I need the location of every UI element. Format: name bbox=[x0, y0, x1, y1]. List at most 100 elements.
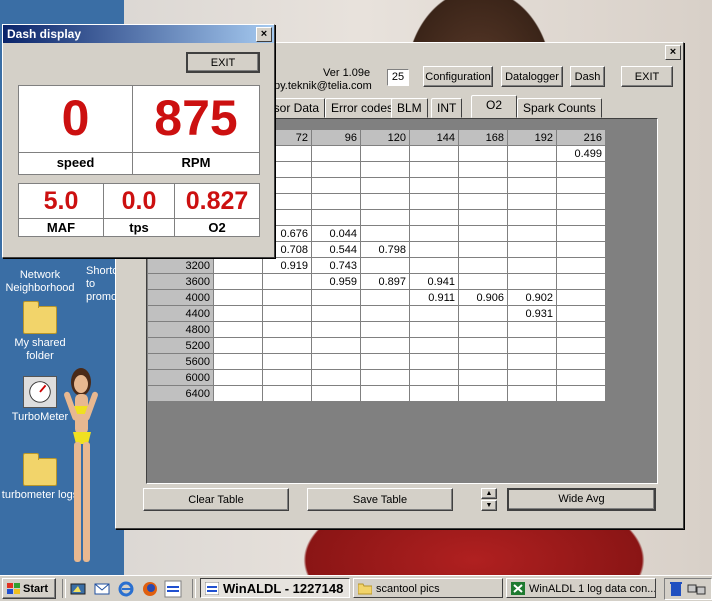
quick-launch-outlook[interactable] bbox=[94, 581, 110, 597]
tray-trash-icon[interactable] bbox=[669, 581, 683, 597]
table-cell[interactable] bbox=[311, 177, 361, 194]
table-cell[interactable] bbox=[556, 385, 606, 402]
table-cell[interactable] bbox=[458, 321, 508, 338]
table-cell[interactable]: 0.499 bbox=[556, 145, 606, 162]
table-cell[interactable] bbox=[360, 161, 410, 178]
table-cell[interactable] bbox=[458, 241, 508, 258]
table-cell[interactable] bbox=[409, 161, 459, 178]
tab-blm[interactable]: BLM bbox=[391, 98, 428, 118]
table-cell[interactable] bbox=[507, 353, 557, 370]
table-cell[interactable] bbox=[360, 369, 410, 386]
table-cell[interactable] bbox=[262, 369, 312, 386]
tab-spark-counts[interactable]: Spark Counts bbox=[517, 98, 602, 118]
table-cell[interactable] bbox=[360, 225, 410, 242]
table-cell[interactable] bbox=[507, 257, 557, 274]
table-cell[interactable] bbox=[311, 193, 361, 210]
task-button-winaldl-log[interactable]: WinALDL 1 log data con... bbox=[506, 578, 656, 598]
table-cell[interactable]: 0.919 bbox=[262, 257, 312, 274]
table-cell[interactable]: 0.931 bbox=[507, 305, 557, 322]
table-cell[interactable]: 0.902 bbox=[507, 289, 557, 306]
table-cell[interactable] bbox=[458, 145, 508, 162]
table-cell[interactable] bbox=[360, 385, 410, 402]
table-cell[interactable]: 0.743 bbox=[311, 257, 361, 274]
table-cell[interactable] bbox=[311, 353, 361, 370]
table-cell[interactable] bbox=[556, 209, 606, 226]
table-cell[interactable] bbox=[360, 209, 410, 226]
table-cell[interactable] bbox=[458, 225, 508, 242]
quick-launch-ie[interactable] bbox=[118, 581, 134, 597]
dash-exit-button[interactable]: EXIT bbox=[186, 52, 260, 73]
table-cell[interactable] bbox=[507, 193, 557, 210]
table-cell[interactable] bbox=[556, 369, 606, 386]
table-cell[interactable] bbox=[507, 241, 557, 258]
table-cell[interactable] bbox=[458, 193, 508, 210]
tab-o2[interactable]: O2 bbox=[471, 95, 518, 118]
table-cell[interactable] bbox=[262, 353, 312, 370]
quick-launch-firefox[interactable] bbox=[142, 581, 158, 597]
table-cell[interactable] bbox=[556, 161, 606, 178]
table-cell[interactable] bbox=[360, 145, 410, 162]
table-cell[interactable] bbox=[409, 305, 459, 322]
table-cell[interactable] bbox=[458, 305, 508, 322]
table-cell[interactable] bbox=[556, 225, 606, 242]
task-button-winaldl[interactable]: WinALDL - 1227148 bbox=[200, 578, 350, 598]
table-cell[interactable] bbox=[311, 209, 361, 226]
table-cell[interactable] bbox=[409, 177, 459, 194]
tab-int[interactable]: INT bbox=[431, 98, 463, 118]
table-cell[interactable] bbox=[556, 241, 606, 258]
table-cell[interactable] bbox=[507, 337, 557, 354]
table-cell[interactable] bbox=[409, 145, 459, 162]
table-cell[interactable] bbox=[262, 385, 312, 402]
main-close-button[interactable]: × bbox=[665, 45, 681, 60]
table-cell[interactable] bbox=[311, 305, 361, 322]
table-cell[interactable] bbox=[213, 273, 263, 290]
table-cell[interactable] bbox=[409, 353, 459, 370]
table-cell[interactable] bbox=[507, 385, 557, 402]
table-cell[interactable] bbox=[507, 321, 557, 338]
table-cell[interactable] bbox=[311, 385, 361, 402]
table-cell[interactable] bbox=[409, 225, 459, 242]
table-cell[interactable] bbox=[556, 337, 606, 354]
table-cell[interactable] bbox=[507, 161, 557, 178]
save-table-button[interactable]: Save Table bbox=[307, 488, 453, 511]
dash-close-button[interactable]: × bbox=[256, 27, 272, 42]
table-cell[interactable] bbox=[409, 193, 459, 210]
table-cell[interactable] bbox=[213, 385, 263, 402]
dash-button[interactable]: Dash bbox=[570, 66, 605, 87]
table-cell[interactable] bbox=[311, 321, 361, 338]
main-exit-button[interactable]: EXIT bbox=[621, 66, 673, 87]
clear-table-button[interactable]: Clear Table bbox=[143, 488, 289, 511]
table-cell[interactable] bbox=[409, 209, 459, 226]
table-cell[interactable] bbox=[556, 353, 606, 370]
table-cell[interactable] bbox=[213, 337, 263, 354]
table-cell[interactable] bbox=[262, 273, 312, 290]
datalogger-button[interactable]: Datalogger bbox=[501, 66, 563, 87]
table-cell[interactable] bbox=[556, 257, 606, 274]
table-cell[interactable] bbox=[360, 193, 410, 210]
table-cell[interactable] bbox=[409, 337, 459, 354]
table-cell[interactable]: 0.798 bbox=[360, 241, 410, 258]
wide-avg-button[interactable]: Wide Avg bbox=[507, 488, 656, 511]
table-cell[interactable] bbox=[507, 225, 557, 242]
table-cell[interactable] bbox=[458, 385, 508, 402]
table-cell[interactable] bbox=[556, 305, 606, 322]
table-cell[interactable]: 0.906 bbox=[458, 289, 508, 306]
table-cell[interactable] bbox=[262, 321, 312, 338]
table-cell[interactable] bbox=[213, 321, 263, 338]
table-cell[interactable] bbox=[311, 369, 361, 386]
table-cell[interactable] bbox=[360, 289, 410, 306]
table-cell[interactable] bbox=[409, 241, 459, 258]
table-cell[interactable] bbox=[311, 289, 361, 306]
table-cell[interactable] bbox=[556, 273, 606, 290]
table-cell[interactable] bbox=[360, 337, 410, 354]
table-cell[interactable] bbox=[556, 321, 606, 338]
table-cell[interactable] bbox=[360, 305, 410, 322]
table-cell[interactable] bbox=[458, 209, 508, 226]
spin-up-button[interactable]: ▲ bbox=[481, 488, 497, 499]
start-button[interactable]: Start bbox=[2, 578, 56, 599]
tab-error-codes[interactable]: Error codes bbox=[325, 98, 400, 118]
desktop-icon-my-shared-folder[interactable]: My shared folder bbox=[0, 301, 80, 363]
table-cell[interactable] bbox=[409, 369, 459, 386]
table-cell[interactable]: 0.544 bbox=[311, 241, 361, 258]
table-cell[interactable] bbox=[360, 353, 410, 370]
